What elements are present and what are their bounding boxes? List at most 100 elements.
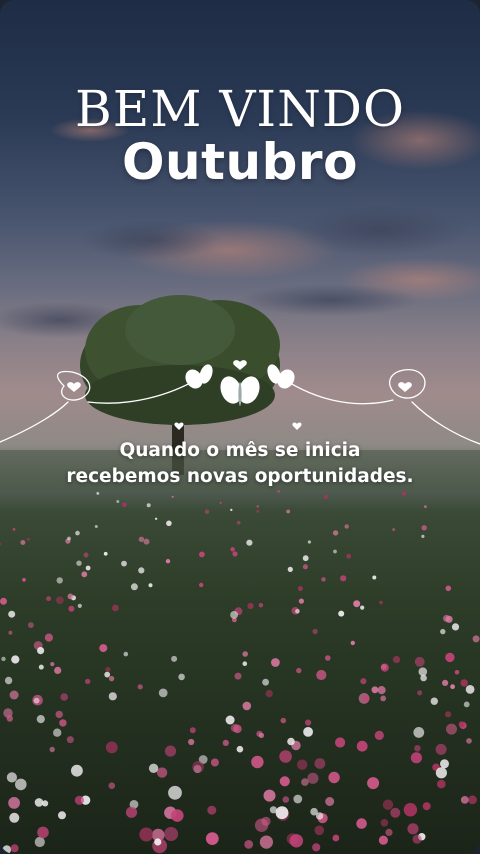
flower bbox=[325, 655, 331, 661]
flower bbox=[286, 509, 291, 514]
flower bbox=[0, 597, 7, 605]
flower bbox=[104, 671, 111, 678]
flower bbox=[445, 615, 453, 623]
flower bbox=[139, 827, 154, 842]
caption-line-1: Quando o mês se inicia bbox=[119, 440, 361, 461]
flower bbox=[340, 575, 347, 582]
flower bbox=[156, 767, 168, 778]
flower bbox=[66, 736, 74, 744]
flower bbox=[99, 644, 108, 653]
flower bbox=[410, 752, 422, 764]
flower bbox=[305, 719, 312, 726]
flower bbox=[105, 666, 111, 673]
flower bbox=[76, 560, 82, 566]
flower bbox=[435, 743, 447, 755]
flower bbox=[472, 635, 480, 643]
flower bbox=[56, 596, 64, 605]
flower bbox=[468, 795, 477, 805]
flower bbox=[112, 604, 119, 612]
flower bbox=[171, 495, 174, 498]
flower bbox=[418, 667, 428, 676]
flower bbox=[58, 811, 66, 820]
flower bbox=[356, 740, 368, 752]
flower bbox=[81, 571, 88, 578]
flower bbox=[204, 509, 210, 514]
flower bbox=[377, 686, 386, 695]
flower bbox=[287, 566, 293, 572]
flower bbox=[230, 611, 239, 619]
flower bbox=[353, 600, 361, 608]
flower bbox=[350, 640, 355, 646]
caption-line-2: recebemos novas oportunidades. bbox=[66, 466, 414, 487]
flower bbox=[22, 578, 26, 582]
flower bbox=[279, 776, 290, 787]
flower bbox=[96, 492, 100, 495]
flower bbox=[9, 690, 19, 700]
flower bbox=[230, 723, 239, 733]
flower bbox=[437, 779, 446, 789]
flower bbox=[460, 679, 468, 687]
flower bbox=[232, 551, 238, 557]
flower bbox=[12, 528, 16, 531]
flower bbox=[103, 551, 108, 556]
flower bbox=[138, 536, 145, 542]
flower bbox=[421, 534, 425, 538]
flower bbox=[75, 530, 80, 536]
flower bbox=[312, 843, 321, 852]
caption: Quando o mês se inicia recebemos novas o… bbox=[0, 438, 480, 490]
flower bbox=[230, 508, 233, 512]
heart-icon bbox=[292, 422, 302, 430]
flower bbox=[168, 785, 182, 800]
flower bbox=[344, 524, 349, 529]
flower bbox=[6, 772, 18, 783]
flower bbox=[325, 797, 335, 806]
flower bbox=[4, 676, 13, 685]
flower bbox=[378, 835, 388, 845]
flower bbox=[297, 586, 303, 592]
flower bbox=[269, 806, 277, 814]
flower bbox=[171, 809, 184, 822]
month-title: Outubro bbox=[122, 133, 358, 191]
flower bbox=[440, 759, 449, 769]
flower bbox=[360, 678, 367, 685]
flower bbox=[50, 662, 55, 667]
flower bbox=[356, 818, 367, 829]
flower bbox=[199, 551, 205, 558]
flower bbox=[49, 746, 55, 753]
flower bbox=[258, 602, 264, 608]
flower bbox=[271, 658, 280, 667]
flower bbox=[392, 528, 396, 532]
flower bbox=[445, 711, 452, 718]
flower bbox=[138, 567, 145, 574]
flower bbox=[1, 656, 6, 662]
flower bbox=[46, 596, 52, 602]
flower bbox=[94, 525, 98, 528]
flower bbox=[37, 826, 49, 839]
flower bbox=[8, 630, 13, 635]
flower bbox=[20, 540, 26, 545]
flower bbox=[263, 789, 276, 802]
flower bbox=[287, 737, 295, 746]
flower bbox=[466, 738, 472, 744]
flower bbox=[454, 670, 460, 675]
flower bbox=[262, 678, 269, 686]
flower bbox=[247, 602, 254, 610]
flower bbox=[222, 739, 229, 746]
flower bbox=[362, 695, 370, 703]
flower bbox=[154, 517, 158, 520]
flower bbox=[9, 812, 20, 823]
flower bbox=[121, 560, 127, 567]
flower bbox=[380, 695, 387, 702]
flower bbox=[412, 834, 422, 844]
flower bbox=[435, 767, 447, 779]
flower bbox=[259, 835, 273, 849]
heart-icon bbox=[67, 382, 81, 392]
flower bbox=[430, 697, 438, 705]
flower bbox=[54, 666, 62, 674]
flower bbox=[36, 715, 45, 724]
flower bbox=[6, 715, 13, 722]
flower bbox=[2, 845, 12, 854]
flower bbox=[328, 771, 340, 784]
flower bbox=[413, 727, 425, 738]
flower bbox=[116, 500, 120, 503]
